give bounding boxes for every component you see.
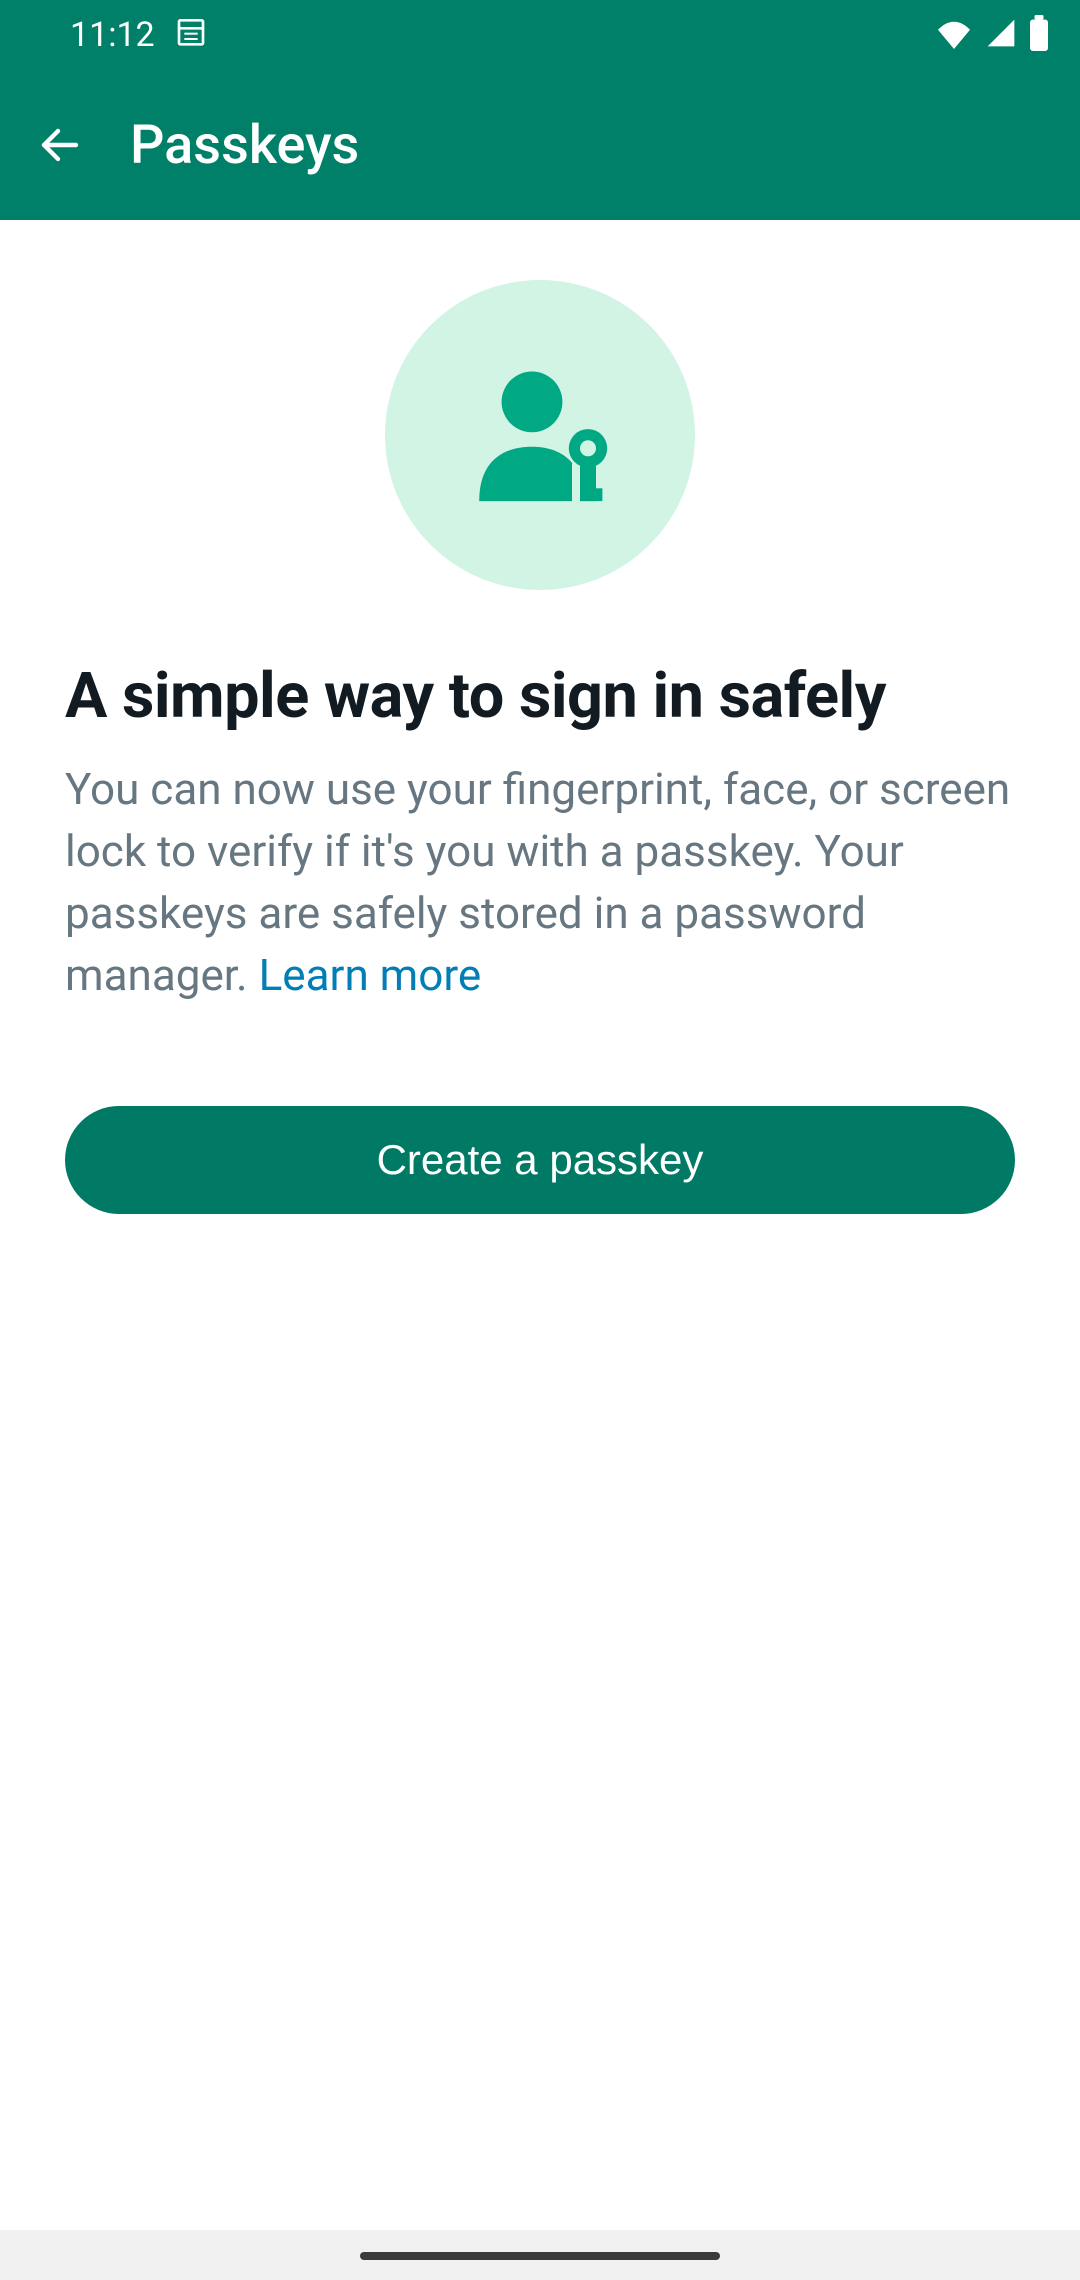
battery-icon [1028,15,1050,55]
status-right [934,15,1050,55]
nav-handle[interactable] [360,2252,720,2260]
signal-icon [984,17,1018,53]
main-content: A simple way to sign in safely You can n… [0,220,1080,1214]
wifi-icon [934,17,974,53]
status-left: 11:12 [70,15,207,56]
page-title: Passkeys [130,114,359,177]
arrow-left-icon [36,121,84,169]
learn-more-link[interactable]: Learn more [259,949,482,1001]
headline: A simple way to sign in safely [65,660,886,733]
app-bar: Passkeys [0,70,1080,220]
person-key-icon [460,363,620,508]
status-bar: 11:12 [0,0,1080,70]
description-text: You can now use your fingerprint, face, … [65,763,1010,1001]
calendar-icon [175,15,207,56]
hero-illustration [385,280,695,590]
status-time: 11:12 [70,15,155,55]
create-passkey-button[interactable]: Create a passkey [65,1106,1015,1214]
back-button[interactable] [20,105,100,185]
description-block: You can now use your fingerprint, face, … [65,758,1015,1006]
